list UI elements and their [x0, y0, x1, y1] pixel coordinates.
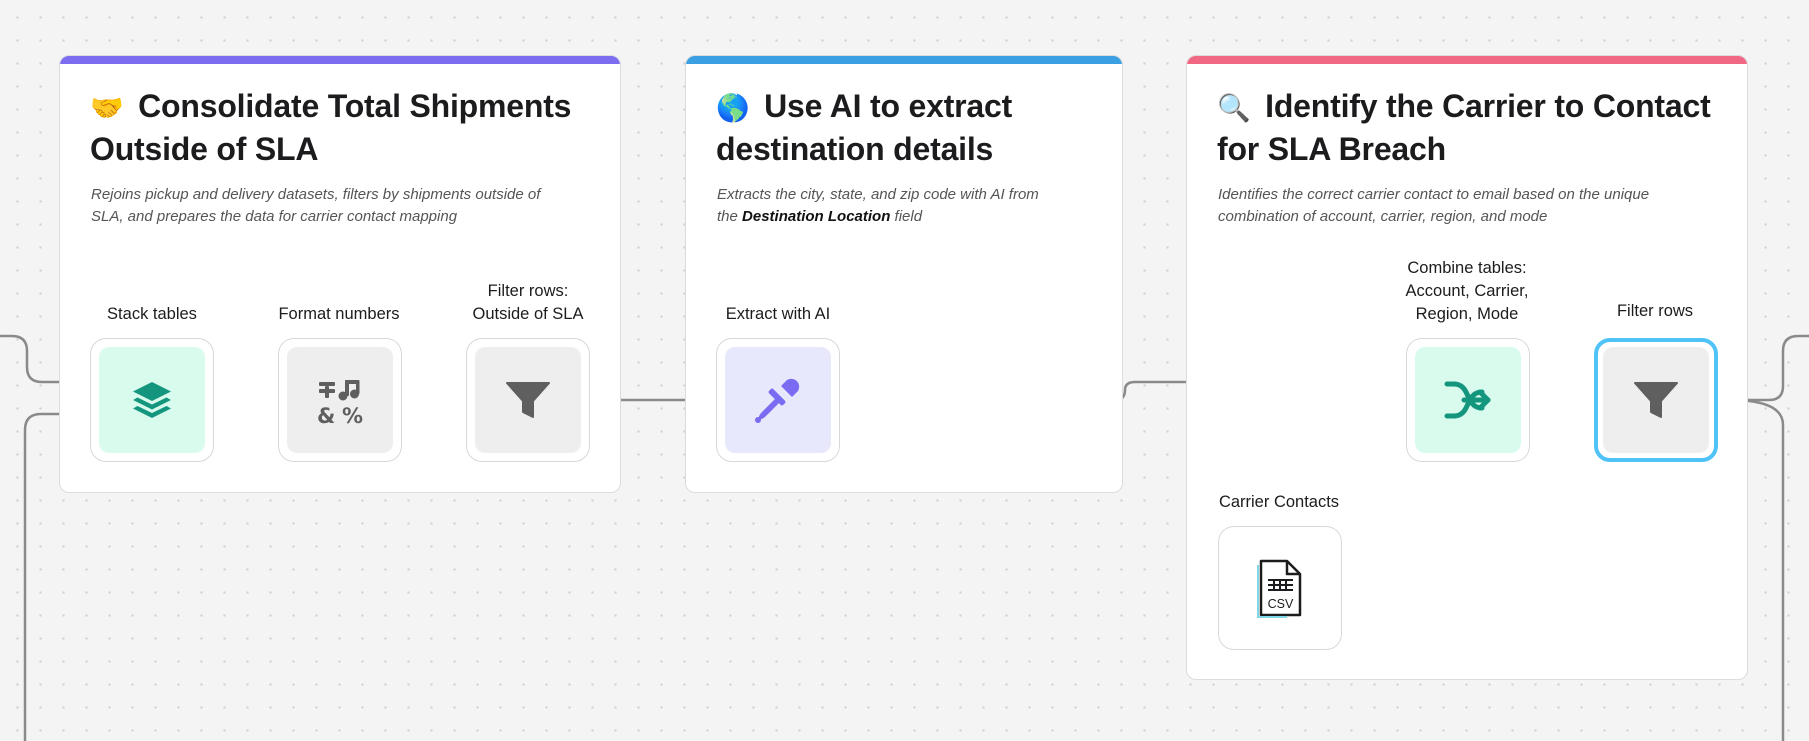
- group-title: 🤝 Consolidate Total Shipments Outside of…: [90, 88, 572, 167]
- node-label-format-numbers: Format numbers: [278, 305, 400, 323]
- globe-icon: 🌎: [716, 93, 750, 123]
- node-extract-with-ai[interactable]: [716, 338, 840, 462]
- node-combine-tables[interactable]: [1406, 338, 1530, 462]
- magnifier-icon: 🔍: [1217, 93, 1251, 123]
- group-color-bar: [686, 56, 1122, 64]
- group-description: Extracts the city, state, and zip code w…: [717, 186, 1039, 225]
- eyedropper-icon: [755, 378, 800, 423]
- format-numbers-icon: & %: [317, 380, 363, 428]
- handshake-icon: 🤝: [90, 93, 124, 123]
- node-label-combine: Combine tables: Account, Carrier, Region…: [1405, 259, 1529, 323]
- group-title: 🌎 Use AI to extract destination details: [716, 88, 1013, 167]
- node-filter-outside-sla[interactable]: [466, 338, 590, 462]
- svg-text:%: %: [342, 404, 363, 428]
- layers-icon: [133, 382, 171, 418]
- svg-text:&: &: [317, 404, 335, 428]
- group-description: Identifies the correct carrier contact t…: [1218, 186, 1650, 225]
- node-label-filter-sla: Filter rows: Outside of SLA: [472, 282, 584, 323]
- group-title: 🔍 Identify the Carrier to Contact for SL…: [1217, 88, 1711, 167]
- funnel-icon: [506, 382, 550, 418]
- node-format-numbers[interactable]: & %: [278, 338, 402, 462]
- node-carrier-contacts[interactable]: CSV: [1218, 526, 1342, 650]
- group-color-bar: [1187, 56, 1747, 64]
- csv-file-type-label: CSV: [1268, 597, 1294, 611]
- csv-file-icon: CSV: [1257, 559, 1302, 618]
- node-filter-rows[interactable]: [1594, 338, 1718, 462]
- node-label-extract-ai: Extract with AI: [725, 305, 831, 323]
- group-color-bar: [60, 56, 620, 64]
- group-description: Rejoins pickup and delivery datasets, fi…: [91, 186, 541, 225]
- funnel-icon: [1634, 382, 1678, 418]
- node-label-stack-tables: Stack tables: [107, 305, 197, 323]
- node-label-carrier-contacts: Carrier Contacts: [1218, 493, 1340, 511]
- node-stack-tables[interactable]: [90, 338, 214, 462]
- merge-arrow-icon: [1444, 381, 1491, 419]
- node-label-filter-rows: Filter rows: [1616, 302, 1694, 320]
